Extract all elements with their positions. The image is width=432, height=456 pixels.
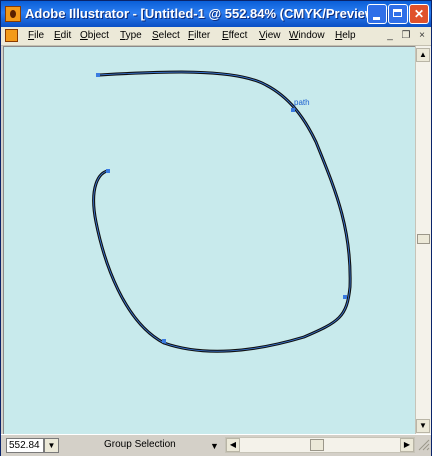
menu-edit[interactable]: Edit [54, 30, 71, 41]
scroll-down-button[interactable]: ▼ [416, 419, 430, 433]
menu-object[interactable]: Object [80, 30, 109, 41]
close-icon: ✕ [413, 7, 425, 21]
menu-window[interactable]: Window [289, 30, 325, 41]
horizontal-scrollbar[interactable]: ◀ ▶ [225, 437, 415, 453]
drawn-path[interactable] [92, 70, 352, 353]
artwork-svg[interactable]: path [4, 47, 416, 434]
menu-bar: File Edit Object Type Select Filter Effe… [1, 27, 431, 46]
illustrator-window: Adobe Illustrator - [Untitled-1 @ 552.84… [0, 0, 432, 456]
horizontal-scroll-thumb[interactable] [310, 439, 324, 451]
menu-select[interactable]: Select [152, 30, 180, 41]
maximize-icon [393, 9, 402, 17]
status-text: Group Selection [104, 439, 176, 450]
title-bar[interactable]: Adobe Illustrator - [Untitled-1 @ 552.84… [1, 1, 431, 27]
scroll-up-button[interactable]: ▲ [416, 48, 430, 62]
close-button[interactable]: ✕ [409, 4, 429, 24]
anchor-point-label[interactable] [291, 108, 295, 112]
anchor-point-bottom[interactable] [162, 339, 166, 343]
scroll-right-button[interactable]: ▶ [400, 438, 414, 452]
anchor-point-end[interactable] [106, 169, 110, 173]
illustrator-app-icon[interactable] [5, 6, 21, 22]
scroll-left-button[interactable]: ◀ [226, 438, 240, 452]
minimize-button[interactable] [367, 4, 387, 24]
window-title: Adobe Illustrator - [Untitled-1 @ 552.84… [25, 6, 388, 21]
menu-filter[interactable]: Filter [188, 30, 210, 41]
document-restore-button[interactable]: ❐ [399, 29, 413, 42]
path-highlight [93, 71, 351, 352]
status-bar: 552.84 ▼ Group Selection ▼ ◀ ▶ [1, 434, 431, 456]
vertical-scrollbar[interactable]: ▲ ▼ [415, 46, 431, 434]
path-hover-label: path [294, 98, 310, 107]
zoom-dropdown-button[interactable]: ▼ [44, 438, 59, 453]
resize-grip-icon[interactable] [417, 438, 430, 451]
vertical-scroll-thumb[interactable] [417, 234, 430, 244]
anchor-point-right[interactable] [343, 295, 347, 299]
document-close-button[interactable]: × [415, 29, 429, 42]
menu-view[interactable]: View [259, 30, 281, 41]
document-minimize-button[interactable]: _ [383, 29, 397, 42]
menu-help[interactable]: Help [335, 30, 356, 41]
maximize-button[interactable] [388, 4, 408, 24]
zoom-level-field[interactable]: 552.84 [6, 438, 44, 453]
artboard-canvas[interactable]: path [3, 46, 416, 434]
anchor-point-start[interactable] [96, 73, 100, 77]
document-icon[interactable] [5, 29, 18, 42]
menu-effect[interactable]: Effect [222, 30, 247, 41]
menu-file[interactable]: File [28, 30, 44, 41]
minimize-icon [373, 17, 380, 20]
menu-type[interactable]: Type [120, 30, 142, 41]
status-menu-button[interactable]: ▼ [210, 441, 219, 451]
